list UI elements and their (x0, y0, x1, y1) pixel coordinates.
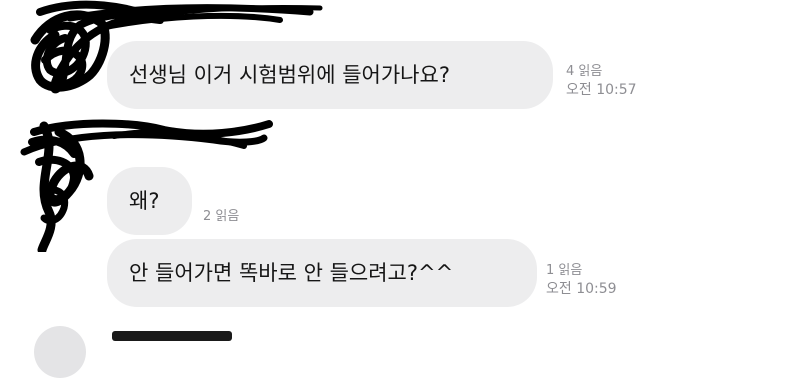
read-count: 2 읽음 (203, 209, 240, 224)
avatar[interactable] (34, 326, 86, 378)
message-timestamp: 오전 10:59 (546, 281, 617, 297)
message-bubble[interactable]: 선생님 이거 시험범위에 들어가나요? (107, 41, 553, 109)
message-meta: 4 읽음 오전 10:57 (566, 63, 637, 99)
sender-name-partial (112, 331, 232, 341)
read-count: 1 읽음 (546, 263, 583, 278)
message-bubble[interactable]: 왜? (107, 167, 192, 235)
read-count: 4 읽음 (566, 64, 603, 79)
message-meta: 1 읽음 오전 10:59 (546, 262, 617, 298)
message-bubble[interactable]: 안 들어가면 똑바로 안 들으려고?^^ (107, 239, 537, 307)
message-meta: 2 읽음 (203, 208, 239, 226)
message-timestamp: 오전 10:57 (566, 82, 637, 98)
